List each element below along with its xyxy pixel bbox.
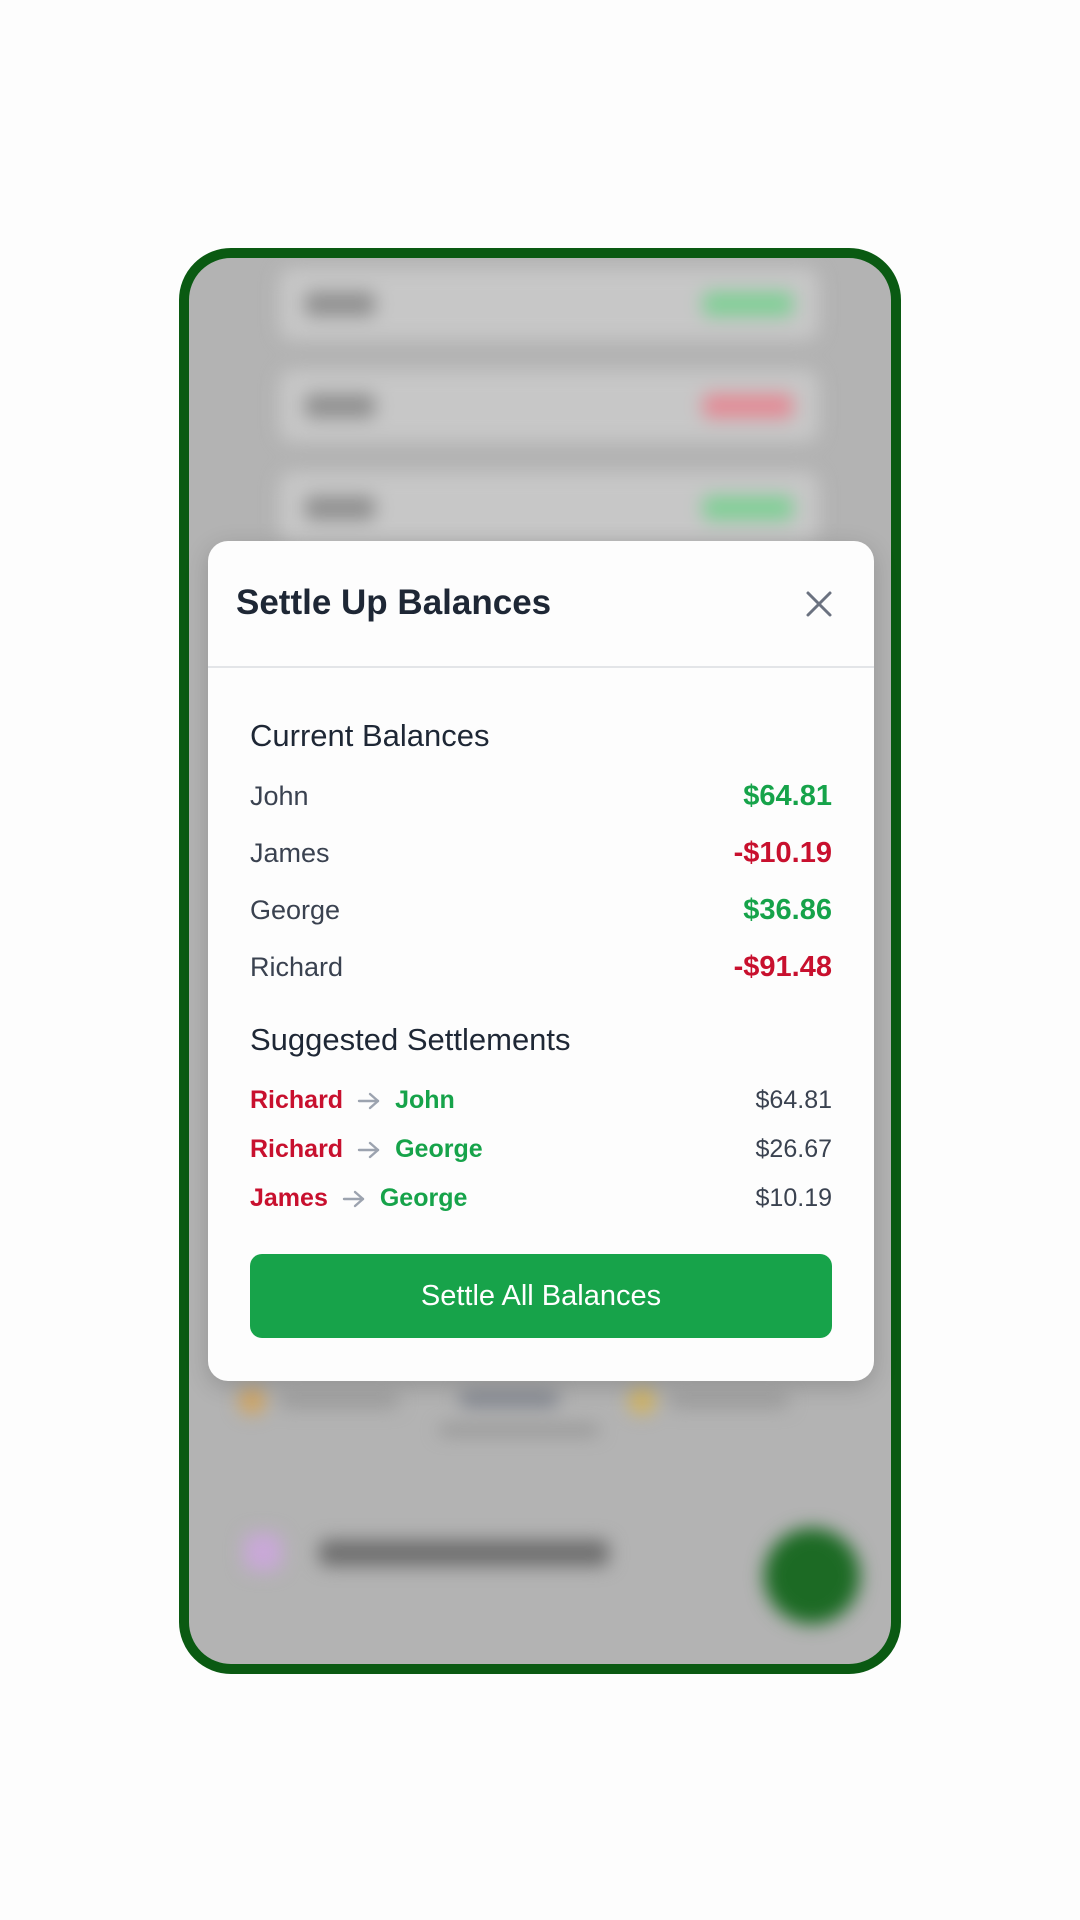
- current-balances-heading: Current Balances: [250, 718, 490, 753]
- balance-amount: -$10.19: [733, 837, 832, 869]
- balance-name: John: [250, 781, 309, 811]
- blurred-tab-bar: [229, 1378, 849, 1438]
- balance-row: James -$10.19: [250, 837, 832, 878]
- balance-amount: $64.81: [743, 780, 832, 812]
- balance-amount: $36.86: [743, 894, 832, 926]
- blurred-fab: [764, 1528, 860, 1624]
- close-icon: [806, 591, 832, 617]
- settlement-amount: $26.67: [755, 1135, 832, 1163]
- suggested-settlements-heading: Suggested Settlements: [250, 1022, 571, 1057]
- settlement-amount: $64.81: [755, 1086, 832, 1114]
- settle-up-modal: Settle Up Balances Current Balances John…: [208, 541, 874, 1381]
- blurred-footer-icon: [244, 1533, 282, 1571]
- modal-title: Settle Up Balances: [236, 583, 552, 622]
- settlement-to: John: [395, 1086, 455, 1114]
- settlement-to: George: [395, 1135, 483, 1163]
- balance-row: George $36.86: [250, 894, 832, 935]
- arrow-right-icon: [342, 1191, 365, 1208]
- settlement-from: Richard: [250, 1135, 344, 1163]
- balance-amount: -$91.48: [733, 951, 832, 983]
- settlement-row: Richard John $64.81: [250, 1086, 832, 1122]
- settlement-to: George: [379, 1184, 468, 1212]
- arrow-right-icon: [357, 1093, 380, 1110]
- settle-all-button[interactable]: Settle All Balances: [250, 1254, 832, 1338]
- arrow-right-icon: [357, 1142, 380, 1159]
- balance-row: Richard -$91.48: [250, 951, 832, 992]
- settlement-row: James George $10.19: [250, 1184, 832, 1220]
- balance-name: Richard: [250, 952, 344, 982]
- settlement-from: Richard: [250, 1086, 344, 1114]
- balance-name: George: [250, 895, 341, 925]
- blurred-balance-row: [279, 268, 819, 340]
- balance-name: James: [250, 838, 330, 868]
- close-button[interactable]: [804, 589, 834, 619]
- settlement-from: James: [250, 1184, 328, 1212]
- settlement-row: Richard George $26.67: [250, 1135, 832, 1171]
- blurred-balance-row: [279, 472, 819, 544]
- blurred-balance-row: [279, 370, 819, 442]
- modal-header: Settle Up Balances: [208, 541, 874, 668]
- settlement-amount: $10.19: [755, 1184, 832, 1212]
- blurred-footer-text: [319, 1540, 609, 1566]
- balance-row: John $64.81: [250, 780, 832, 821]
